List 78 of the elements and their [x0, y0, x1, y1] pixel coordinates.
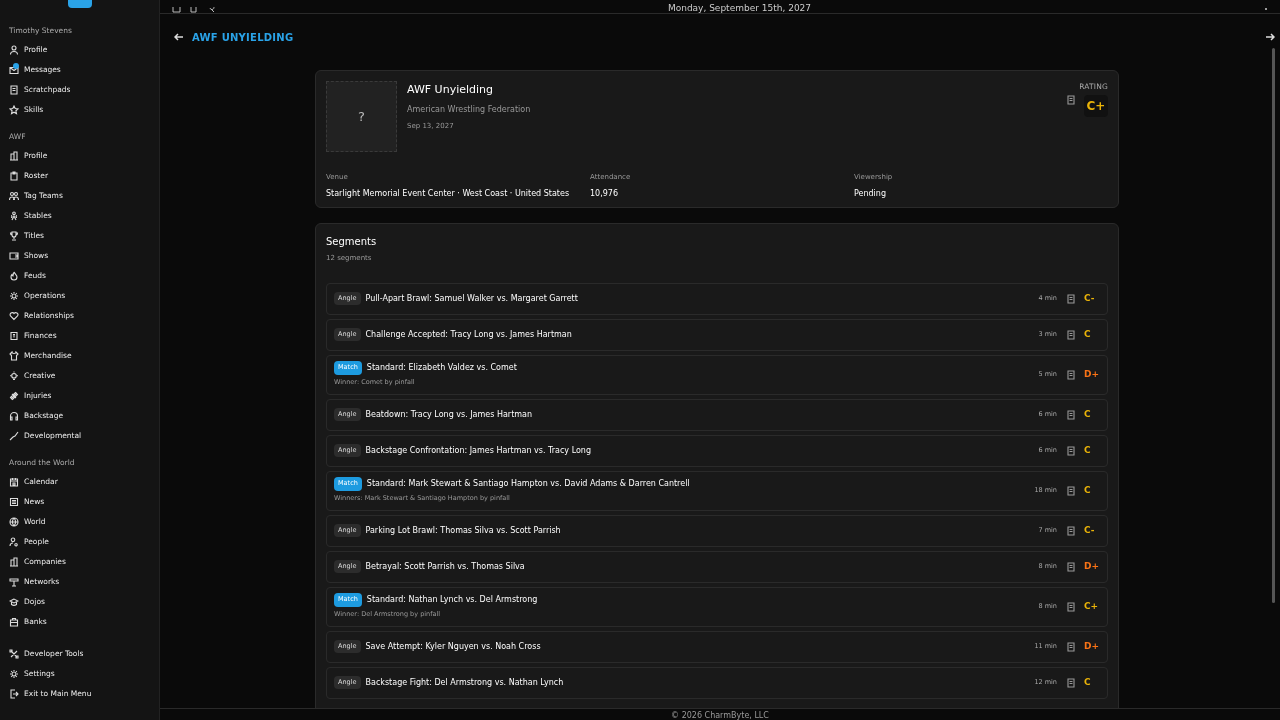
segment-title: Challenge Accepted: Tracy Long vs. James Hartman [365, 328, 572, 341]
trophy-icon [9, 231, 19, 241]
person-icon [9, 45, 19, 55]
segment-grade: C [1084, 483, 1092, 497]
bandage-icon [9, 391, 19, 401]
company-name: American Wrestling Federation [407, 103, 531, 116]
segment-title: Save Attempt: Kyler Nguyen vs. Noah Cross [365, 640, 541, 653]
stat-value: Pending [854, 187, 887, 200]
logo-icon [67, 0, 92, 8]
notepad-icon [9, 85, 19, 95]
segment-grade: C [1084, 675, 1092, 689]
notepad-icon [1066, 561, 1076, 572]
notepad-icon [1066, 641, 1076, 652]
segment-title: Standard: Nathan Lynch vs. Del Armstrong [366, 594, 538, 607]
building-icon [9, 557, 19, 567]
briefcase-icon [9, 617, 19, 627]
group-icon [9, 211, 19, 221]
notepad-icon [1066, 409, 1076, 420]
exit-icon [9, 689, 19, 699]
show-name: AWF Unyielding [407, 82, 495, 98]
slash-line-icon [9, 431, 19, 441]
segment-grade: D+ [1084, 367, 1100, 381]
clipboard-icon [9, 171, 19, 181]
stat-value: 10,976 [590, 187, 619, 200]
tools-icon [9, 649, 19, 659]
people-icon [9, 191, 19, 201]
heart-icon [9, 311, 19, 321]
segment-grade: C [1084, 327, 1092, 341]
flame-icon [9, 271, 19, 281]
notepad-icon [1066, 95, 1076, 106]
segment-title: Backstage Fight: Del Armstrong vs. Nathan Lynch [365, 676, 564, 689]
notepad-icon [1066, 485, 1076, 496]
segment-grade: C- [1084, 523, 1096, 537]
section-title: Segments [326, 235, 378, 249]
segment-title: Beatdown: Tracy Long vs. James Hartman [365, 408, 533, 421]
segment-grade: C [1084, 407, 1092, 421]
calendar-icon [9, 477, 19, 487]
page-title: AWF UNYIELDING [192, 30, 294, 45]
segment-grade: C+ [1084, 599, 1100, 613]
envelope-icon [9, 65, 19, 75]
screen-icon [9, 251, 19, 261]
globe-icon [9, 517, 19, 527]
segment-title: Standard: Elizabeth Valdez vs. Comet [366, 362, 517, 375]
person-search-icon [9, 537, 19, 547]
forward-arrow-icon[interactable] [1265, 32, 1275, 42]
copyright-text: © 2026 CharmByte, LLC [671, 711, 769, 720]
scrollbar[interactable] [1271, 48, 1275, 603]
segment-title: Betrayal: Scott Parrish vs. Thomas Silva [365, 560, 525, 573]
segment-title: Standard: Mark Stewart & Santiago Hampton vs. David Adams & Darren Cantrell [366, 478, 690, 491]
segment-title: Parking Lot Brawl: Thomas Silva vs. Scott Parrish [365, 524, 561, 537]
segment-grade: D+ [1084, 639, 1100, 653]
date-text: Monday, September 15th, 2027 [667, 3, 812, 13]
wallet-icon [9, 331, 19, 341]
notepad-icon [1066, 329, 1076, 340]
segment-grade: C [1084, 443, 1092, 457]
segment-title: Backstage Confrontation: James Hartman vs. Tracy Long [365, 444, 591, 457]
signpost-icon [9, 577, 19, 587]
shirt-icon [9, 351, 19, 361]
notepad-icon [1066, 369, 1076, 380]
gear-icon [9, 669, 19, 679]
segment-grade: C- [1084, 291, 1096, 305]
back-arrow-icon[interactable] [174, 32, 184, 42]
headset-icon [9, 411, 19, 421]
question-mark: ? [358, 107, 365, 126]
notepad-icon [1066, 525, 1076, 536]
building-icon [9, 151, 19, 161]
rating-grade: C+ [1084, 95, 1108, 118]
notepad-icon [1066, 677, 1076, 688]
graduation-cap-icon [9, 597, 19, 607]
segment-grade: D+ [1084, 559, 1100, 573]
star-icon [9, 105, 19, 115]
notepad-icon [1066, 601, 1076, 612]
stat-value: Starlight Memorial Event Center · West Coast · United States [326, 187, 571, 200]
newspaper-icon [9, 497, 19, 507]
segment-title: Pull-Apart Brawl: Samuel Walker vs. Margaret Garrett [365, 292, 578, 305]
gear-icon [9, 291, 19, 301]
notepad-icon [1066, 445, 1076, 456]
notepad-icon [1066, 293, 1076, 304]
